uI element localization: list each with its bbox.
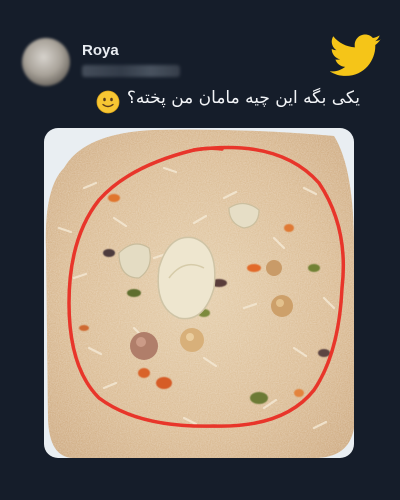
author-name[interactable]: Roya bbox=[82, 42, 119, 59]
author-handle-blurred bbox=[82, 65, 180, 77]
tweet-photo[interactable] bbox=[44, 128, 354, 458]
tweet-text: یکی بگه این چیه مامان من پخته؟ bbox=[126, 88, 360, 108]
twitter-bird-icon bbox=[330, 34, 382, 76]
slightly-smiling-face-icon bbox=[96, 90, 120, 114]
avatar[interactable] bbox=[22, 38, 70, 86]
tweet-card[interactable]: Roya یکی بگه این چیه مامان من پخته؟ bbox=[0, 0, 400, 500]
